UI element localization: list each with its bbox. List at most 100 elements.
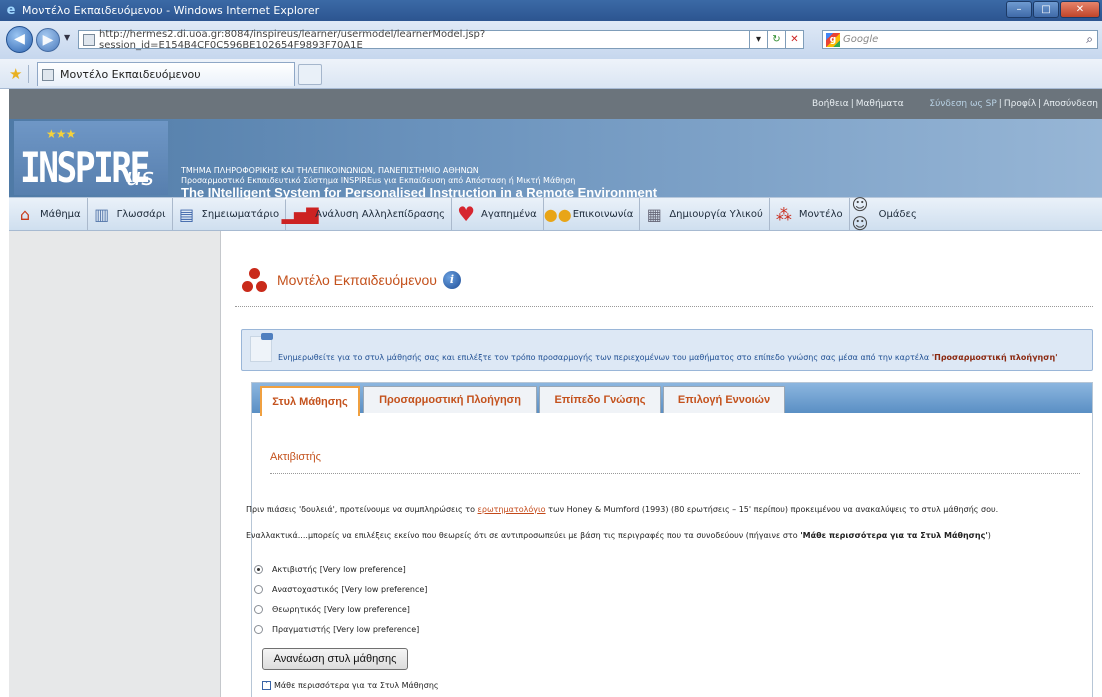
- model-tab-panel: Στυλ Μάθησης Προσαρμοστική Πλοήγηση Επίπ…: [246, 382, 1093, 697]
- info-icon[interactable]: i: [442, 271, 461, 289]
- menu-item-favorites[interactable]: ♥ Αγαπημένα: [452, 198, 544, 230]
- refresh-icon[interactable]: ↻: [768, 30, 786, 49]
- menu-item-label: Αγαπημένα: [481, 208, 537, 220]
- left-sidebar: [9, 231, 221, 697]
- minimize-button[interactable]: –: [1006, 1, 1032, 18]
- groups-icon: ☺☺: [851, 195, 869, 233]
- logo-stars-icon: ★★★: [46, 127, 76, 141]
- window-controls: – □ ✕: [1006, 1, 1100, 18]
- close-window-button[interactable]: ✕: [1060, 1, 1100, 18]
- learning-style-options: Ακτιβιστής [Very low preference] Αναστοχ…: [254, 559, 427, 639]
- menu-item-course[interactable]: ⌂ Μάθημα: [11, 198, 88, 230]
- address-dropdown-icon[interactable]: ▾: [750, 30, 768, 49]
- arrow-left-icon: ◀: [14, 31, 25, 47]
- tab-strip: Στυλ Μάθησης Προσαρμοστική Πλοήγηση Επίπ…: [252, 383, 1092, 416]
- browser-tab-active[interactable]: Μοντέλο Εκπαιδευόμενου: [37, 62, 295, 86]
- address-tools: ▾ ↻ ✕: [750, 30, 804, 49]
- maximize-button[interactable]: □: [1033, 1, 1059, 18]
- para2-bold: 'Μάθε περισσότερα για τα Στυλ Μάθησης': [800, 531, 988, 540]
- window-title: Μοντέλο Εκπαιδευόμενου - Windows Interne…: [22, 4, 320, 17]
- menu-item-label: Δημιουργία Υλικού: [669, 208, 763, 220]
- alternative-paragraph: Εναλλακτικά....μπορείς να επιλέξεις εκεί…: [246, 531, 991, 540]
- questionnaire-link[interactable]: ερωτηματολόγιο: [478, 505, 546, 514]
- radio-button[interactable]: [254, 584, 263, 594]
- tab-adaptive-navigation[interactable]: Προσαρμοστική Πλοήγηση: [363, 386, 537, 413]
- learner-model-icon: [241, 266, 269, 294]
- questionnaire-paragraph: Πριν πιάσεις 'δουλειά', προτείνουμε να σ…: [246, 505, 998, 514]
- site-topbar: Βοήθεια | Μαθήματα Σύνδεση ως SP | Προφίλ | Απ…: [9, 89, 1102, 119]
- notice-icon: [250, 333, 273, 362]
- section-title: Ακτιβιστής: [270, 451, 321, 463]
- favorites-star-icon[interactable]: ★: [9, 65, 22, 83]
- web-page: Βοήθεια | Μαθήματα Σύνδεση ως SP | Προφίλ | Απ…: [9, 89, 1102, 697]
- new-tab-button[interactable]: [298, 64, 322, 85]
- search-placeholder: Google: [843, 34, 879, 45]
- address-toolbar: ◀ ▶ ▼ http://hermes2.di.uoa.gr:8084/insp…: [0, 21, 1102, 59]
- info-banner: Ενημερωθείτε για το στυλ μάθησής σας και…: [241, 329, 1093, 371]
- back-button[interactable]: ◀: [6, 26, 33, 53]
- stop-icon[interactable]: ✕: [786, 30, 804, 49]
- tab-concept-selection[interactable]: Επιλογή Εννοιών: [663, 386, 785, 413]
- window-titlebar: e Μοντέλο Εκπαιδευόμενου - Windows Inter…: [0, 0, 1102, 21]
- notes-icon: ▤: [178, 204, 195, 224]
- menu-item-notebook[interactable]: ▤ Σημειωματάριο: [173, 198, 287, 230]
- radio-button[interactable]: [254, 564, 263, 574]
- address-input[interactable]: http://hermes2.di.uoa.gr:8084/inspireus/…: [78, 28, 750, 51]
- menu-item-label: Σημειωματάριο: [201, 208, 280, 220]
- chevron-down-icon: ˅: [262, 681, 271, 690]
- tab-knowledge-level[interactable]: Επίπεδο Γνώσης: [539, 386, 661, 413]
- info-text-bold: 'Προσαρμοστική πλοήγηση': [931, 353, 1058, 362]
- home-icon: ⌂: [19, 204, 31, 224]
- chat-icon: ●●: [543, 204, 572, 224]
- radio-button[interactable]: [254, 604, 263, 614]
- para1-before: Πριν πιάσεις 'δουλειά', προτείνουμε να σ…: [246, 505, 475, 514]
- banner-department: ΤΜΗΜΑ ΠΛΗΡΟΦΟΡΙΚΗΣ ΚΑΙ ΤΗΛΕΠΙΚΟΙΝΩΝΙΩΝ, …: [181, 166, 479, 175]
- para2-before: Εναλλακτικά....μπορείς να επιλέξεις εκεί…: [246, 531, 798, 540]
- menu-item-label: Επικοινωνία: [572, 208, 634, 220]
- menu-item-interaction-analysis[interactable]: ▂▅▇ Ανάλυση Αλληλεπίδρασης: [281, 198, 453, 230]
- history-dropdown-icon[interactable]: ▼: [64, 33, 70, 42]
- option-label: Πραγματιστής [Very low preference]: [272, 624, 420, 634]
- menu-item-communication[interactable]: ●● Επικοινωνία: [544, 198, 641, 230]
- search-icon[interactable]: ⌕: [1086, 32, 1093, 47]
- logout-link[interactable]: Αποσύνδεση: [1043, 99, 1098, 109]
- radio-button[interactable]: [254, 624, 263, 634]
- menu-item-glossary[interactable]: ▥ Γλωσσάρι: [88, 198, 173, 230]
- tab-learning-style[interactable]: Στυλ Μάθησης: [260, 386, 360, 416]
- banner-system-name: The INtelligent System for Personalised …: [181, 185, 658, 200]
- learn-more-link[interactable]: ˅ Μάθε περισσότερα για τα Στυλ Μάθησης: [262, 681, 439, 690]
- courses-link[interactable]: Μαθήματα: [856, 99, 904, 109]
- tab-favicon-icon: [42, 68, 54, 81]
- option-label: Θεωρητικός [Very low preference]: [272, 604, 410, 614]
- option-activist[interactable]: Ακτιβιστής [Very low preference]: [254, 559, 427, 579]
- help-link[interactable]: Βοήθεια: [812, 99, 849, 109]
- inspireus-logo: ★★★ INSPIRE us: [14, 121, 168, 195]
- menu-item-model[interactable]: ⁂ Μοντέλο: [770, 198, 850, 230]
- search-input[interactable]: g Google ⌕: [822, 30, 1098, 49]
- toolbar-separator: [28, 65, 29, 83]
- main-content: Μοντέλο Εκπαιδευόμενου i Ενημερωθείτε γι…: [235, 231, 1095, 697]
- logo-suffix-text: us: [126, 163, 154, 191]
- login-as-link[interactable]: Σύνδεση ως SP: [929, 99, 996, 109]
- page-favicon-icon: [83, 33, 95, 46]
- profile-link[interactable]: Προφίλ: [1004, 99, 1036, 109]
- menu-item-groups[interactable]: ☺☺ Ομάδες: [850, 195, 923, 233]
- refresh-learning-style-button[interactable]: Ανανέωση στυλ μάθησης: [262, 648, 408, 670]
- menu-item-create-material[interactable]: ▦ Δημιουργία Υλικού: [640, 198, 770, 230]
- forward-button[interactable]: ▶: [36, 28, 60, 52]
- heart-icon: ♥: [457, 202, 476, 226]
- url-text: http://hermes2.di.uoa.gr:8084/inspireus/…: [99, 28, 486, 51]
- menu-item-label: Ανάλυση Αλληλεπίδρασης: [315, 208, 446, 220]
- para2-after: ): [987, 531, 991, 540]
- option-reflector[interactable]: Αναστοχαστικός [Very low preference]: [254, 579, 427, 599]
- info-text: Ενημερωθείτε για το στυλ μάθησής σας και…: [278, 353, 1058, 362]
- bar-chart-icon: ▂▅▇: [281, 204, 319, 224]
- arrow-right-icon: ▶: [42, 32, 54, 48]
- banner-system-desc: Προσαρμοστικό Εκπαιδευτικό Σύστημα INSPI…: [181, 176, 576, 185]
- page-title: Μοντέλο Εκπαιδευόμενου: [277, 272, 437, 288]
- option-pragmatist[interactable]: Πραγματιστής [Very low preference]: [254, 619, 427, 639]
- main-menu: ⌂ Μάθημα ▥ Γλωσσάρι ▤ Σημειωματάριο ▂▅▇ …: [9, 195, 1102, 233]
- para1-after: των Honey & Mumford (1993) (80 ερωτήσεις…: [548, 505, 999, 514]
- divider: [270, 473, 1080, 474]
- option-theorist[interactable]: Θεωρητικός [Very low preference]: [254, 599, 427, 619]
